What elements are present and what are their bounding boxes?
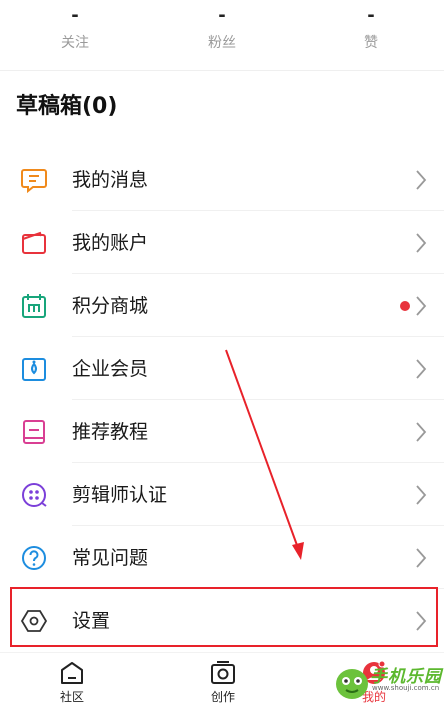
followers-label: 粉丝: [208, 35, 236, 51]
stat-following[interactable]: - 关注: [15, 6, 135, 52]
chevron-right-icon: [414, 357, 428, 381]
message-icon: [20, 166, 48, 194]
menu-item-label: 积分商城: [72, 295, 149, 317]
following-count: -: [71, 5, 79, 26]
profile-stats: - 关注 - 粉丝 - 赞: [0, 0, 444, 68]
chevron-right-icon: [414, 231, 428, 255]
watermark-url: www.shouji.com.cn: [372, 684, 440, 692]
stat-likes[interactable]: - 赞: [311, 6, 431, 52]
watermark-logo: 手机乐园 www.shouji.com.cn: [334, 662, 444, 708]
tab-create[interactable]: 创作: [183, 659, 263, 705]
menu-item-faq[interactable]: 常见问题: [0, 526, 444, 589]
wallet-icon: [20, 229, 48, 257]
menu-item-messages[interactable]: 我的消息: [0, 148, 444, 211]
tab-label: 创作: [210, 690, 235, 704]
mascot-icon: [336, 669, 368, 699]
question-icon: [20, 544, 48, 572]
tab-community[interactable]: 社区: [32, 659, 112, 705]
enterprise-icon: [20, 355, 48, 383]
followers-count: -: [218, 5, 226, 26]
menu-item-editor-certification[interactable]: 剪辑师认证: [0, 463, 444, 526]
highlight-box: [10, 587, 438, 647]
likes-count: -: [367, 5, 375, 26]
stat-followers[interactable]: - 粉丝: [162, 6, 282, 52]
menu-item-label: 我的账户: [72, 232, 149, 254]
likes-label: 赞: [364, 35, 378, 51]
chevron-right-icon: [414, 546, 428, 570]
chevron-right-icon: [414, 294, 428, 318]
camera-icon: [209, 659, 237, 687]
menu-item-label: 企业会员: [72, 358, 149, 380]
menu-item-points-mall[interactable]: 积分商城: [0, 274, 444, 337]
menu-item-label: 常见问题: [72, 547, 149, 569]
following-label: 关注: [61, 35, 89, 51]
menu-list: 我的消息 我的账户 积分商城 企业会员 推荐教程 剪辑师认证 常见问题 设置: [0, 148, 444, 652]
chevron-right-icon: [414, 168, 428, 192]
menu-item-enterprise[interactable]: 企业会员: [0, 337, 444, 400]
chevron-right-icon: [414, 420, 428, 444]
menu-item-label: 推荐教程: [72, 421, 149, 443]
book-icon: [20, 418, 48, 446]
divider: [0, 70, 444, 71]
chevron-right-icon: [414, 483, 428, 507]
tab-label: 社区: [59, 690, 84, 704]
editor-badge-icon: [20, 481, 48, 509]
notification-dot: [400, 301, 410, 311]
drafts-title[interactable]: 草稿箱(0): [16, 92, 117, 122]
menu-item-label: 剪辑师认证: [72, 484, 168, 506]
menu-item-label: 我的消息: [72, 169, 149, 191]
menu-item-tutorials[interactable]: 推荐教程: [0, 400, 444, 463]
menu-item-account[interactable]: 我的账户: [0, 211, 444, 274]
shop-icon: [20, 292, 48, 320]
home-icon: [58, 659, 86, 687]
